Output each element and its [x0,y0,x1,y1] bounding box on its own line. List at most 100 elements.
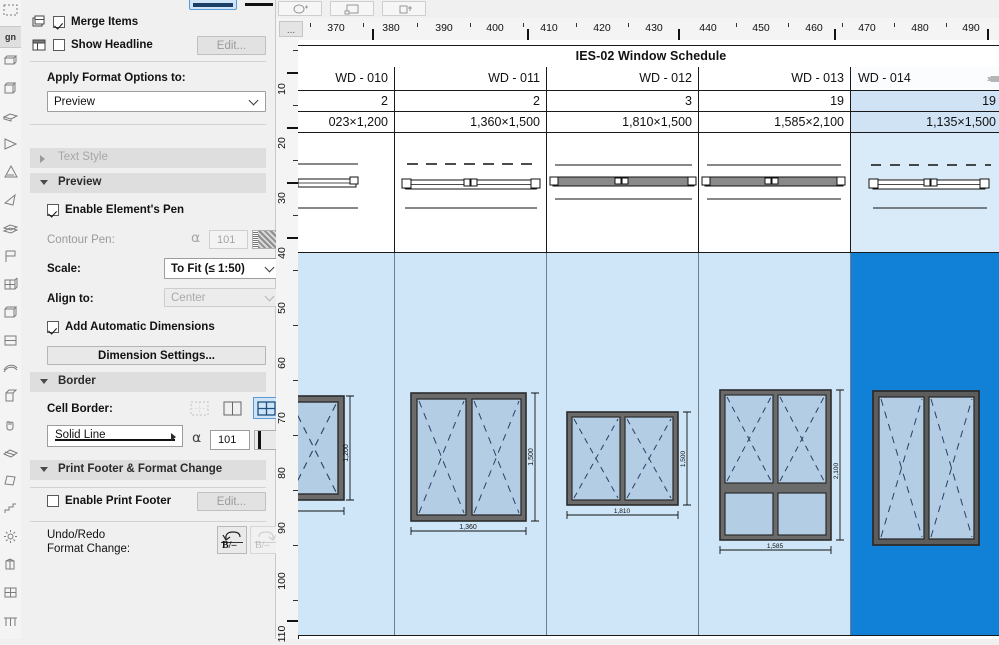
count-cell-4[interactable]: 19 [851,91,999,112]
object-3d-icon[interactable] [2,556,19,573]
column-header-0[interactable]: WD - 010 [298,67,395,91]
section-border[interactable]: Border [30,372,266,392]
mesh-icon[interactable] [2,444,19,461]
svg-text:2,100: 2,100 [833,462,840,479]
merge-items-checkbox[interactable] [53,16,65,28]
railing-icon[interactable] [2,612,19,629]
align-to-select[interactable]: Center [164,288,282,307]
schedule-canvas[interactable]: IES-02 Window Schedule WD - 010 WD - 011… [298,40,999,639]
elevation-cell-3[interactable]: 2,100 1,585 [699,253,851,635]
size-cell-1[interactable]: 1,360×1,500 [395,112,547,133]
count-cell-2[interactable]: 3 [547,91,699,112]
redo-button-glyph: B/– [255,540,269,551]
section-preview[interactable]: Preview [30,173,266,193]
dimension-settings-button[interactable]: Dimension Settings... [47,346,266,365]
section-print-footer[interactable]: Print Footer & Format Change [30,460,266,480]
elevation-cell-4[interactable] [851,253,999,635]
elevation-cell-1[interactable]: 1,500 1,360 [395,253,547,635]
marquee-icon[interactable] [2,2,19,19]
grid-window-icon[interactable] [2,276,19,293]
elevation-cell-0[interactable]: 1,200 [298,253,395,635]
plan-cell-4[interactable] [851,133,999,253]
column-header-2[interactable]: WD - 012 [547,67,699,91]
3d-rotate-icon[interactable] [278,1,322,16]
hruler-tick-450: 450 [746,22,776,34]
vruler-tick-40: 40 [276,242,288,264]
enable-elements-pen-checkbox[interactable] [47,204,59,216]
count-cell-3[interactable]: 19 [699,91,851,112]
enable-print-footer-checkbox[interactable] [47,495,59,507]
size-cell-2[interactable]: 1,810×1,500 [547,112,699,133]
apply-format-select[interactable]: Preview [47,91,266,112]
scale-select[interactable]: To Fit (≤ 1:50) [164,258,282,279]
stair-icon[interactable] [2,500,19,517]
add-automatic-dimensions-checkbox[interactable] [47,321,59,333]
rail-tab-design[interactable]: gn [0,26,21,48]
marquee-select-icon[interactable] [330,1,374,16]
horizontal-ruler[interactable]: ... 370 380 390 400 410 420 430 440 450 … [276,18,999,41]
count-cell-0[interactable]: 2 [298,91,395,112]
light-icon[interactable] [2,528,19,545]
hand-icon[interactable] [2,416,19,433]
zone-icon[interactable] [2,472,19,489]
section-text-style[interactable]: Text Style [30,148,266,168]
window-2-panel-elevation-1: 1,500 1,360 [395,253,547,635]
elevation-cell-2[interactable]: 1,500 1,810 [547,253,699,635]
print-footer-edit-button[interactable]: Edit... [197,492,266,511]
line-pen-value[interactable]: 101 [210,430,250,450]
ruler-corner-button[interactable]: ... [279,21,303,37]
column-header-4[interactable]: WD - 014 [851,67,999,91]
show-headline-edit-button[interactable]: Edit... [197,36,266,55]
panel-icon[interactable] [2,304,19,321]
casement-single-plan-0 [298,133,395,253]
count-value-1: 2 [533,94,540,108]
undo-format-change-button[interactable]: B/– [217,526,247,554]
box-3d-icon[interactable] [2,52,19,69]
apply-format-value: Preview [54,96,95,108]
plan-cell-0[interactable] [298,133,395,253]
column-resize-spinner[interactable] [986,70,997,88]
hruler-tick-390: 390 [429,22,459,34]
count-value-4: 19 [982,94,996,108]
merge-items-label: Merge Items [71,16,138,28]
stack-layers-icon[interactable] [2,220,19,237]
plan-cell-1[interactable] [395,133,547,253]
work-toolbar [276,0,999,19]
pen-color-swatch-selected[interactable] [189,0,237,10]
chevron-down-icon [266,293,274,301]
pen-color-swatch[interactable] [243,0,275,8]
hruler-tick-460: 460 [799,22,829,34]
flag-icon[interactable] [2,248,19,265]
column-header-1[interactable]: WD - 011 [395,67,547,91]
plan-cell-3[interactable] [699,133,851,253]
line-type-select[interactable]: Solid Line [47,425,183,447]
polygon-arrow-icon[interactable] [2,192,19,209]
cell-border-vertical-option[interactable] [219,397,245,419]
morph-icon[interactable] [2,388,19,405]
size-cell-4[interactable]: 1,135×1,500 [851,112,999,133]
hruler-tick-480: 480 [905,22,935,34]
shell-icon[interactable] [2,360,19,377]
curtain-wall-icon[interactable] [2,584,19,601]
size-cell-3[interactable]: 1,585×2,100 [699,112,851,133]
show-headline-checkbox[interactable] [53,39,65,51]
size-cell-0[interactable]: 023×1,200 [298,112,395,133]
triangle-mesh-icon[interactable] [2,164,19,181]
cell-border-none-option[interactable] [186,397,212,419]
size-value-0: 023×1,200 [329,115,388,129]
show-headline-label: Show Headline [71,39,153,51]
plan-cell-2[interactable] [547,133,699,253]
column-header-3[interactable]: WD - 013 [699,67,851,91]
count-cell-1[interactable]: 2 [395,91,547,112]
window-2-panel-wide-elevation-2: 1,500 1,810 [547,253,699,635]
contour-pen-value[interactable]: 101 [209,230,248,249]
arrow-extrude-icon[interactable] [2,136,19,153]
move-object-icon[interactable] [382,1,426,16]
table-icon[interactable] [2,332,19,349]
slab-icon[interactable] [2,108,19,125]
section-text-style-label: Text Style [58,151,108,163]
apply-format-label: Apply Format Options to: [47,72,186,84]
vertical-ruler[interactable]: 10 20 30 40 50 60 70 80 90 100 110 [276,40,299,639]
scale-label: Scale: [47,263,81,275]
box-open-icon[interactable] [2,80,19,97]
